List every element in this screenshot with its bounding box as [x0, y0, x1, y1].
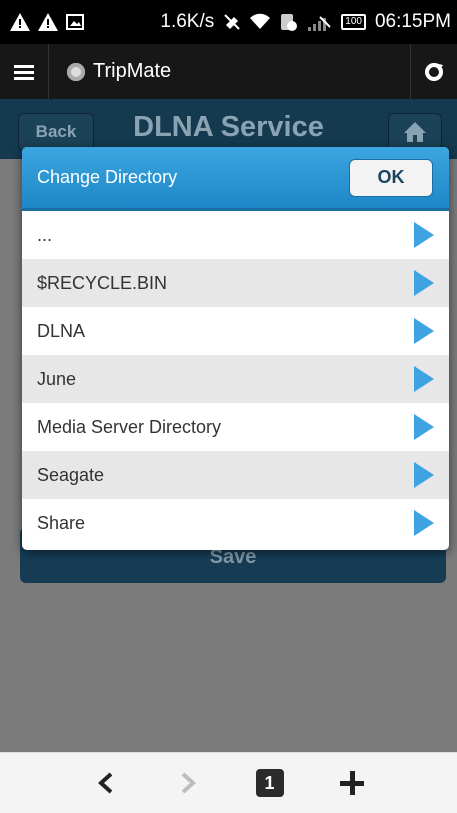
arrow-right-icon[interactable]	[414, 222, 434, 248]
browser-title: TripMate	[49, 60, 171, 83]
no-sim-icon	[281, 14, 298, 31]
home-icon	[404, 122, 426, 142]
directory-label: DLNA	[37, 320, 86, 341]
home-button[interactable]	[388, 113, 442, 151]
warning-icon	[10, 13, 30, 31]
directory-label: $RECYCLE.BIN	[37, 272, 168, 293]
menu-button[interactable]	[0, 44, 48, 99]
directory-item[interactable]: Media Server Directory	[22, 403, 449, 451]
signal-icon	[308, 16, 331, 31]
arrow-right-icon[interactable]	[414, 462, 434, 488]
ok-button[interactable]: OK	[349, 158, 433, 197]
back-nav-button[interactable]	[85, 762, 127, 804]
dialog-header: Change Directory OK	[22, 147, 449, 211]
arrow-right-icon[interactable]	[414, 270, 434, 296]
change-directory-dialog: Change Directory OK ... $RECYCLE.BIN DLN…	[22, 147, 449, 550]
dialog-title: Change Directory	[37, 167, 178, 187]
directory-item[interactable]: ...	[22, 211, 449, 259]
directory-label: Media Server Directory	[37, 416, 222, 437]
refresh-button[interactable]	[410, 44, 457, 99]
wifi-icon	[250, 13, 271, 29]
directory-label: ...	[37, 224, 53, 245]
browser-title-text: TripMate	[93, 60, 172, 82]
warning-icon	[38, 13, 58, 31]
clock: 06:15PM	[374, 11, 451, 32]
browser-bar: TripMate	[0, 44, 457, 99]
arrow-right-icon[interactable]	[414, 414, 434, 440]
globe-icon	[67, 62, 85, 81]
network-speed: 1.6K/s	[160, 11, 215, 32]
arrow-right-icon[interactable]	[414, 510, 434, 536]
directory-item[interactable]: DLNA	[22, 307, 449, 355]
chevron-left-icon	[97, 772, 112, 794]
directory-item[interactable]: Share	[22, 499, 449, 547]
directory-list: ... $RECYCLE.BIN DLNA June Media Server …	[22, 211, 449, 547]
directory-item[interactable]: $RECYCLE.BIN	[22, 259, 449, 307]
bottom-toolbar: 1	[0, 752, 457, 813]
status-bar: 1.6K/s 100 06:15PM	[0, 0, 457, 44]
hamburger-icon	[14, 64, 34, 80]
arrow-right-icon[interactable]	[414, 366, 434, 392]
refresh-icon	[425, 62, 443, 81]
directory-label: Share	[37, 512, 86, 533]
chevron-right-icon	[181, 772, 196, 794]
tabs-button[interactable]: 1	[249, 762, 291, 804]
arrow-right-icon[interactable]	[414, 318, 434, 344]
forward-nav-button[interactable]	[167, 762, 209, 804]
directory-label: Seagate	[37, 464, 105, 485]
directory-label: June	[37, 368, 77, 389]
directory-item[interactable]: June	[22, 355, 449, 403]
battery-icon: 100	[341, 14, 366, 30]
directory-item[interactable]: Seagate	[22, 451, 449, 499]
tab-count: 1	[255, 769, 284, 797]
image-notification-icon	[66, 14, 84, 30]
plus-icon	[339, 771, 364, 795]
mute-icon	[224, 14, 240, 30]
new-tab-button[interactable]	[331, 762, 373, 804]
